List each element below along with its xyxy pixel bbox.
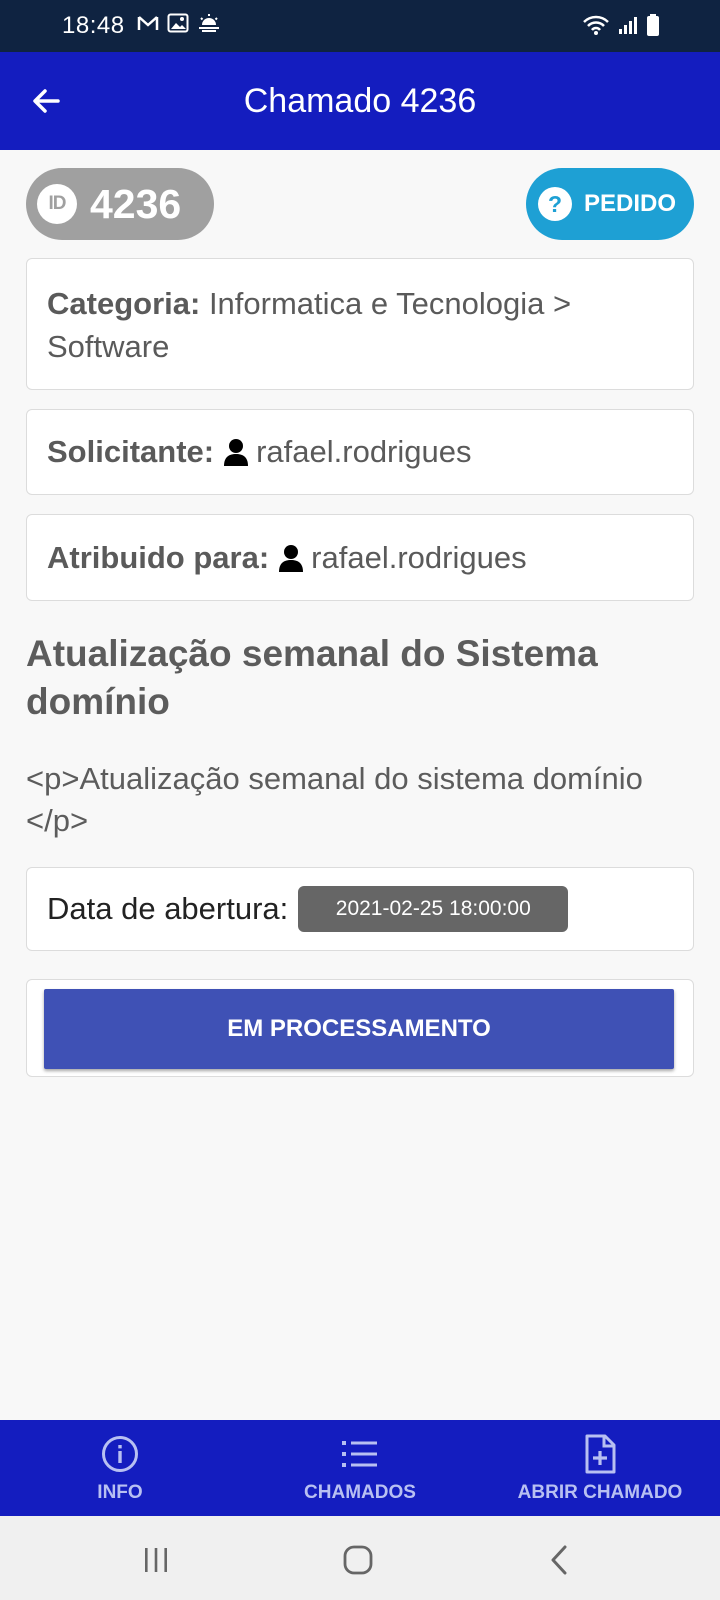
app-bar: Chamado 4236 xyxy=(0,52,720,150)
opening-date-label: Data de abertura: xyxy=(47,891,289,926)
ticket-description: <p>Atualização semanal do sistema domíni… xyxy=(26,761,643,838)
ticket-title: Atualização semanal do Sistema domínio xyxy=(26,633,598,722)
file-plus-icon xyxy=(585,1434,616,1474)
nav-label-info: INFO xyxy=(97,1482,143,1503)
gmail-icon xyxy=(137,16,159,30)
category-card: Categoria: Informatica e Tecnologia > So… xyxy=(26,258,694,390)
weather-icon xyxy=(199,14,219,32)
back-chevron-icon xyxy=(551,1545,567,1575)
assignee-card: Atribuido para: rafael.rodrigues xyxy=(26,514,694,601)
signal-icon xyxy=(619,17,637,34)
bottom-navigation: INFO CHAMADOS ABRIR CHAMADO xyxy=(0,1420,720,1516)
nav-item-abrir-chamado[interactable]: ABRIR CHAMADO xyxy=(480,1420,720,1516)
nav-item-info[interactable]: INFO xyxy=(0,1420,240,1516)
user-icon xyxy=(224,439,249,466)
gallery-icon xyxy=(167,13,189,33)
status-card: EM PROCESSAMENTO xyxy=(26,979,694,1077)
requester-card: Solicitante: rafael.rodrigues xyxy=(26,409,694,495)
info-icon xyxy=(102,1436,138,1472)
system-back-button[interactable] xyxy=(539,1540,579,1580)
list-icon xyxy=(342,1441,377,1467)
status-time: 18:48 xyxy=(62,12,125,39)
category-label: Categoria: xyxy=(47,286,201,321)
recent-apps-icon xyxy=(145,1548,167,1572)
page-title: Chamado 4236 xyxy=(243,82,477,120)
nav-label-abrir-chamado: ABRIR CHAMADO xyxy=(517,1482,683,1503)
recent-apps-button[interactable] xyxy=(136,1540,176,1580)
home-button[interactable] xyxy=(338,1540,378,1580)
ticket-type: PEDIDO xyxy=(584,190,677,217)
ticket-type-badge: ? PEDIDO xyxy=(526,168,694,240)
ticket-id-badge: ID 4236 xyxy=(26,168,214,240)
assignee-value: rafael.rodrigues xyxy=(311,539,527,575)
requester-value: rafael.rodrigues xyxy=(256,434,472,469)
system-status-icons xyxy=(582,13,660,37)
id-icon: ID xyxy=(37,184,77,224)
user-icon xyxy=(279,544,304,572)
nav-label-chamados: CHAMADOS xyxy=(304,1482,416,1503)
battery-icon xyxy=(647,14,659,36)
opening-date-value: 2021-02-25 18:00:00 xyxy=(298,886,569,932)
ticket-id: 4236 xyxy=(90,180,182,227)
notification-icons xyxy=(137,13,221,33)
wifi-icon xyxy=(583,15,609,35)
question-icon: ? xyxy=(538,187,572,221)
status-bar: 18:48 xyxy=(0,0,720,52)
opening-date-card: Data de abertura: 2021-02-25 18:00:00 xyxy=(26,867,694,951)
nav-item-chamados[interactable]: CHAMADOS xyxy=(240,1420,480,1516)
status-button[interactable]: EM PROCESSAMENTO xyxy=(44,989,674,1069)
requester-label: Solicitante: xyxy=(47,434,215,469)
assignee-label: Atribuido para: xyxy=(47,539,270,575)
home-icon xyxy=(343,1545,373,1575)
system-navigation-bar xyxy=(0,1516,720,1600)
